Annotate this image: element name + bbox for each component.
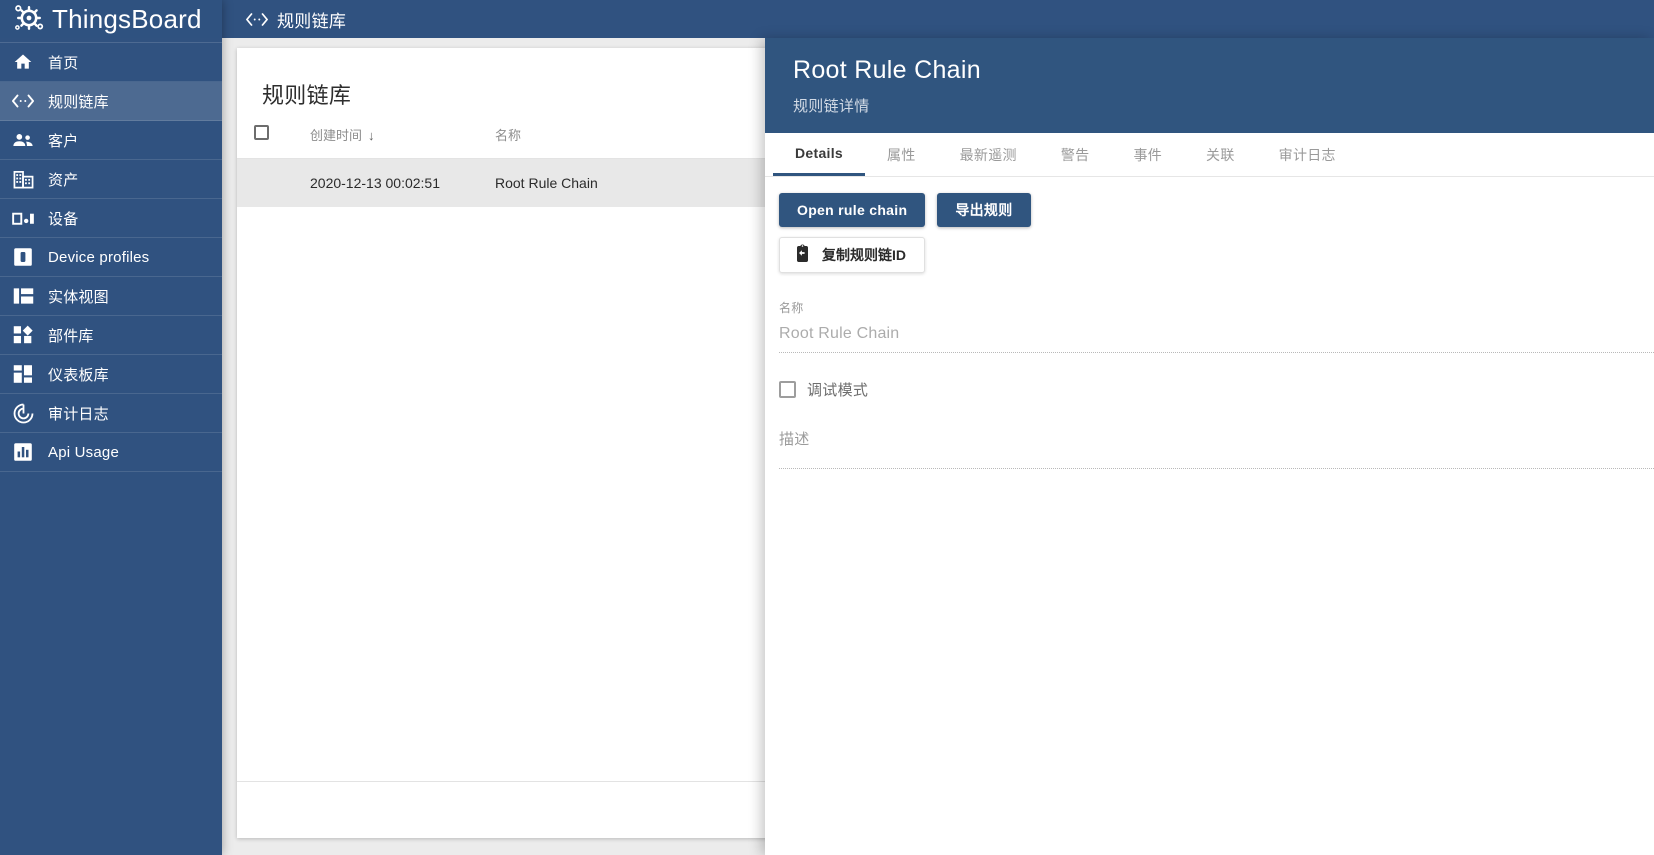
brand-name: ThingsBoard — [52, 3, 202, 34]
thingsboard-gear-logo-icon — [12, 2, 46, 36]
column-header-created-time[interactable]: 创建时间 ↓ — [310, 110, 495, 159]
sidebar-item-entity-views[interactable]: 实体视图 — [0, 277, 222, 316]
tab-relations[interactable]: 关联 — [1184, 133, 1257, 176]
widgets-icon — [10, 324, 36, 346]
dashboards-icon — [10, 363, 36, 385]
export-rule-button[interactable]: 导出规则 — [937, 193, 1031, 227]
sidebar-item-label: Api Usage — [48, 443, 120, 461]
tab-audit-logs[interactable]: 审计日志 — [1257, 133, 1358, 176]
sidebar-item-label: 首页 — [48, 54, 79, 72]
sidebar-item-device-profiles[interactable]: Device profiles — [0, 238, 222, 277]
select-all-checkbox[interactable] — [254, 125, 269, 140]
sidebar-item-widgets-library[interactable]: 部件库 — [0, 316, 222, 355]
sidebar-item-label: 仪表板库 — [48, 366, 109, 384]
audit-log-icon — [10, 402, 36, 424]
description-field-underline — [779, 468, 1654, 469]
name-field-group: 名称 Root Rule Chain — [779, 299, 1654, 353]
detail-tabs: Details 属性 最新遥测 警告 事件 关联 审计日志 — [765, 133, 1654, 177]
sidebar-item-audit-logs[interactable]: 审计日志 — [0, 394, 222, 433]
sort-descending-icon: ↓ — [368, 127, 375, 143]
top-toolbar: 规则链库 — [222, 0, 1654, 38]
app-root: ThingsBoard 首页 规则链库 客户 资产 设备 Device prof… — [0, 0, 1654, 855]
sidebar-item-dashboards[interactable]: 仪表板库 — [0, 355, 222, 394]
sidebar-item-home[interactable]: 首页 — [0, 43, 222, 82]
sidebar: ThingsBoard 首页 规则链库 客户 资产 设备 Device prof… — [0, 0, 222, 855]
sidebar-item-customers[interactable]: 客户 — [0, 121, 222, 160]
clipboard-copy-icon — [794, 244, 811, 266]
copy-rule-chain-id-label: 复制规则链ID — [822, 247, 906, 263]
name-field-value[interactable]: Root Rule Chain — [779, 325, 1654, 343]
debug-mode-field-group: 调试模式 — [779, 379, 1654, 400]
detail-panel-body: Open rule chain 导出规则 复制规则链ID 名称 Root Rul… — [765, 177, 1654, 855]
debug-mode-checkbox[interactable] — [779, 381, 796, 398]
row-checkbox-cell[interactable] — [237, 158, 310, 207]
sidebar-item-label: 客户 — [48, 132, 79, 150]
sidebar-item-rule-chains[interactable]: 规则链库 — [0, 82, 222, 121]
sidebar-item-label: 部件库 — [48, 327, 94, 345]
open-rule-chain-button[interactable]: Open rule chain — [779, 193, 926, 227]
device-profile-icon — [10, 246, 36, 268]
detail-subtitle: 规则链详情 — [793, 98, 870, 115]
rule-chain-icon — [246, 12, 268, 27]
tab-latest-telemetry[interactable]: 最新遥测 — [938, 133, 1039, 176]
sidebar-item-label: 审计日志 — [48, 405, 109, 423]
entity-view-icon — [10, 285, 36, 307]
column-header-label: 创建时间 — [310, 127, 363, 143]
api-usage-icon — [10, 441, 36, 463]
sidebar-item-assets[interactable]: 资产 — [0, 160, 222, 199]
sidebar-item-label: Device profiles — [48, 248, 150, 266]
page-title: 规则链库 — [277, 11, 347, 31]
sidebar-nav-list: 首页 规则链库 客户 资产 设备 Device profiles 实体视图 部件… — [0, 42, 222, 472]
rule-chain-icon — [10, 90, 36, 112]
detail-action-buttons: Open rule chain 导出规则 — [779, 193, 1654, 227]
brand[interactable]: ThingsBoard — [0, 0, 222, 38]
customers-icon — [10, 129, 36, 151]
copy-rule-chain-id-button[interactable]: 复制规则链ID — [779, 237, 925, 273]
sidebar-item-label: 资产 — [48, 171, 79, 189]
devices-icon — [10, 207, 36, 229]
sidebar-item-api-usage[interactable]: Api Usage — [0, 433, 222, 472]
detail-panel-header: Root Rule Chain 规则链详情 — [765, 38, 1654, 133]
debug-mode-label: 调试模式 — [807, 382, 869, 399]
name-field-underline — [779, 352, 1654, 353]
sidebar-item-devices[interactable]: 设备 — [0, 199, 222, 238]
tab-details[interactable]: Details — [773, 133, 866, 176]
rule-chain-form: 名称 Root Rule Chain 调试模式 描述 — [779, 299, 1654, 469]
description-field-label: 描述 — [779, 431, 810, 448]
sidebar-item-label: 规则链库 — [48, 93, 109, 111]
tab-attributes[interactable]: 属性 — [865, 133, 938, 176]
assets-icon — [10, 168, 36, 190]
entity-details-panel: Root Rule Chain 规则链详情 Details 属性 最新遥测 警告… — [765, 38, 1654, 855]
detail-title: Root Rule Chain — [793, 56, 981, 84]
select-all-header — [237, 110, 310, 159]
cell-created-time: 2020-12-13 00:02:51 — [310, 158, 495, 207]
home-icon — [10, 51, 36, 73]
tab-events[interactable]: 事件 — [1111, 133, 1184, 176]
name-field-label: 名称 — [779, 301, 804, 315]
sidebar-item-label: 设备 — [48, 210, 79, 228]
tab-alarms[interactable]: 警告 — [1039, 133, 1112, 176]
sidebar-item-label: 实体视图 — [48, 288, 109, 306]
column-header-label: 名称 — [495, 127, 522, 143]
description-field-group: 描述 — [779, 428, 1654, 469]
